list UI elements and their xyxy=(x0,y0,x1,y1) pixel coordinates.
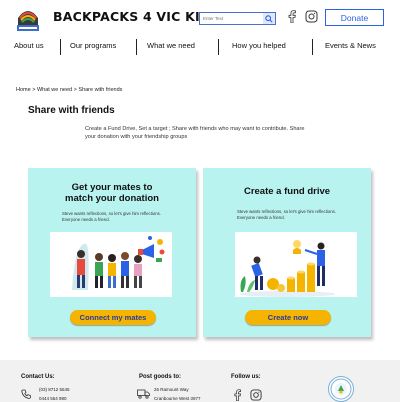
contact-heading: Contact Us: xyxy=(21,374,55,380)
search-input[interactable] xyxy=(200,13,263,24)
nav-divider xyxy=(60,39,61,55)
phone-number[interactable]: (03) 8712 5545 xyxy=(39,387,70,392)
page-title: Share with friends xyxy=(28,105,115,116)
nav-item-events-news[interactable]: Events & News xyxy=(325,41,376,50)
instagram-icon[interactable] xyxy=(305,10,318,28)
card-title: Create a fund drive xyxy=(243,186,331,197)
intro-text: Create a Fund Drive, Set a target ; Shar… xyxy=(85,126,305,140)
main-nav: About us Our programs What we need How y… xyxy=(0,39,400,57)
site-header: BACKPACKS 4 VIC KIDS Donate About us Our… xyxy=(0,0,400,70)
connect-mates-button[interactable]: Connect my mates xyxy=(70,310,156,325)
nav-divider xyxy=(312,39,313,55)
nav-divider xyxy=(218,39,219,55)
search-icon[interactable] xyxy=(263,13,275,24)
card-title-line: match your donation xyxy=(65,193,159,204)
charity-seal-icon xyxy=(328,376,354,402)
post-heading: Post goods to: xyxy=(139,374,181,380)
phone-number[interactable]: 0444 554 980 xyxy=(39,396,67,401)
site-footer: Contact Us: (03) 8712 5545 0444 554 980 … xyxy=(0,360,400,402)
donate-button[interactable]: Donate xyxy=(325,9,384,26)
card-text-line: Everyone needs a friend. xyxy=(62,217,110,222)
breadcrumb[interactable]: Home > What we need > Share with friends xyxy=(16,87,122,93)
card-text: Steve wants reflections, so let's give h… xyxy=(62,211,172,223)
fund-drive-coins-illustration xyxy=(235,232,357,297)
nav-item-our-programs[interactable]: Our programs xyxy=(70,41,116,50)
friends-megaphone-illustration xyxy=(50,232,172,297)
search-box xyxy=(199,12,276,25)
post-address-line: Cranbourne West 3977 xyxy=(154,396,201,401)
nav-item-how-you-helped[interactable]: How you helped xyxy=(232,41,286,50)
nav-item-about-us[interactable]: About us xyxy=(14,41,44,50)
card-text: Steve wants reflections, so let's give h… xyxy=(237,209,347,221)
nav-item-what-we-need[interactable]: What we need xyxy=(147,41,195,50)
create-now-button[interactable]: Create now xyxy=(245,310,331,325)
post-address-line: 26 Ramount Way xyxy=(154,387,189,392)
facebook-icon[interactable] xyxy=(233,388,242,402)
backpack-logo-icon[interactable] xyxy=(14,6,42,32)
follow-heading: Follow us: xyxy=(231,374,261,380)
phone-icon xyxy=(21,386,31,402)
nav-divider xyxy=(136,39,137,55)
card-title-line: Get your mates to xyxy=(71,182,153,193)
facebook-icon[interactable] xyxy=(287,10,297,28)
truck-icon xyxy=(137,386,150,402)
card-match-donation: Get your mates to match your donation St… xyxy=(28,168,196,337)
card-title: Get your mates to match your donation xyxy=(28,182,196,204)
brand-name[interactable]: BACKPACKS 4 VIC KIDS xyxy=(53,9,220,24)
instagram-icon[interactable] xyxy=(250,388,262,402)
card-text-line: Everyone needs a friend. xyxy=(237,215,285,220)
card-fund-drive: Create a fund drive Steve wants reflecti… xyxy=(203,168,371,337)
